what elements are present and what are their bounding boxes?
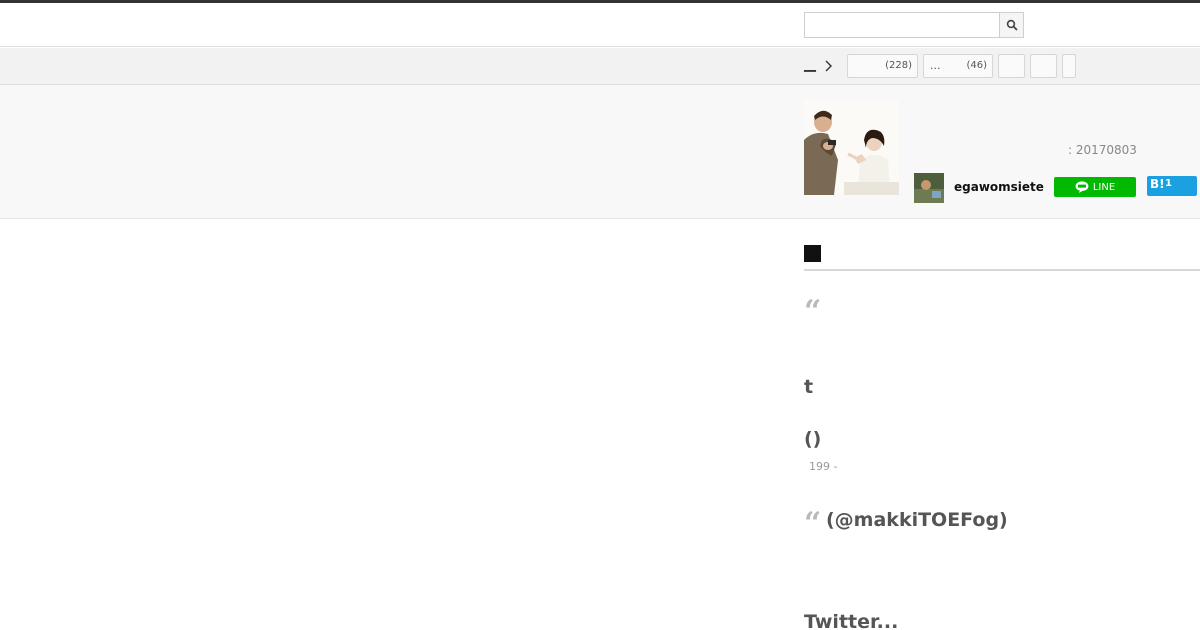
search-input[interactable] (804, 12, 999, 38)
breadcrumb-home-link[interactable]: __ (804, 58, 816, 72)
article-thumbnail-image (804, 100, 899, 195)
article-header: : 20170803 egawomsiete LINE B! 1 (0, 85, 1200, 219)
section-heading (804, 243, 1200, 271)
category-button-3[interactable] (998, 54, 1025, 78)
body-caption: 199 - (809, 460, 838, 473)
line-icon (1075, 181, 1089, 193)
category-button-5[interactable] (1062, 54, 1076, 78)
search-form (804, 12, 1024, 38)
category-button-2[interactable]: ... (46) (923, 54, 993, 78)
body-text-paren: () (804, 428, 822, 450)
twitter-handle-quote: (@makkiTOEFog) (826, 509, 1008, 531)
category-count: (228) (885, 60, 912, 71)
hatena-bookmark-count: 1 (1165, 178, 1172, 189)
hatena-bookmark-icon: B! (1150, 177, 1165, 191)
quote-open-icon: “ (804, 506, 822, 541)
article-thumbnail (804, 100, 899, 195)
category-label: ... (930, 59, 941, 72)
chevron-right-icon (825, 60, 832, 72)
author-name[interactable]: egawomsiete (954, 180, 1044, 194)
line-share-label: LINE (1092, 181, 1116, 193)
hatena-bookmark-button[interactable]: B! 1 (1147, 176, 1197, 196)
body-text-t: t (804, 376, 814, 398)
avatar-image (914, 173, 944, 203)
search-button[interactable] (999, 12, 1024, 38)
category-button-4[interactable] (1030, 54, 1057, 78)
page: __ (228) ... (46): 20170803 egawomsiete… (0, 0, 1200, 630)
heading-square-icon (804, 245, 821, 262)
search-icon (1006, 19, 1018, 31)
category-nav: __ (228) ... (46) (0, 48, 1200, 85)
article-body: “ t () 199 - “ (@makkiTOEFog) Twitter... (0, 219, 1200, 630)
publish-date: : 20170803 (1068, 143, 1137, 157)
category-button-1[interactable]: (228) (847, 54, 918, 78)
quote-open-icon: “ (804, 294, 822, 329)
twitter-text: Twitter... (804, 611, 899, 630)
site-header (0, 3, 1200, 47)
category-count: (46) (966, 60, 987, 71)
line-share-button[interactable]: LINE (1054, 177, 1136, 197)
author-avatar[interactable] (914, 173, 944, 203)
